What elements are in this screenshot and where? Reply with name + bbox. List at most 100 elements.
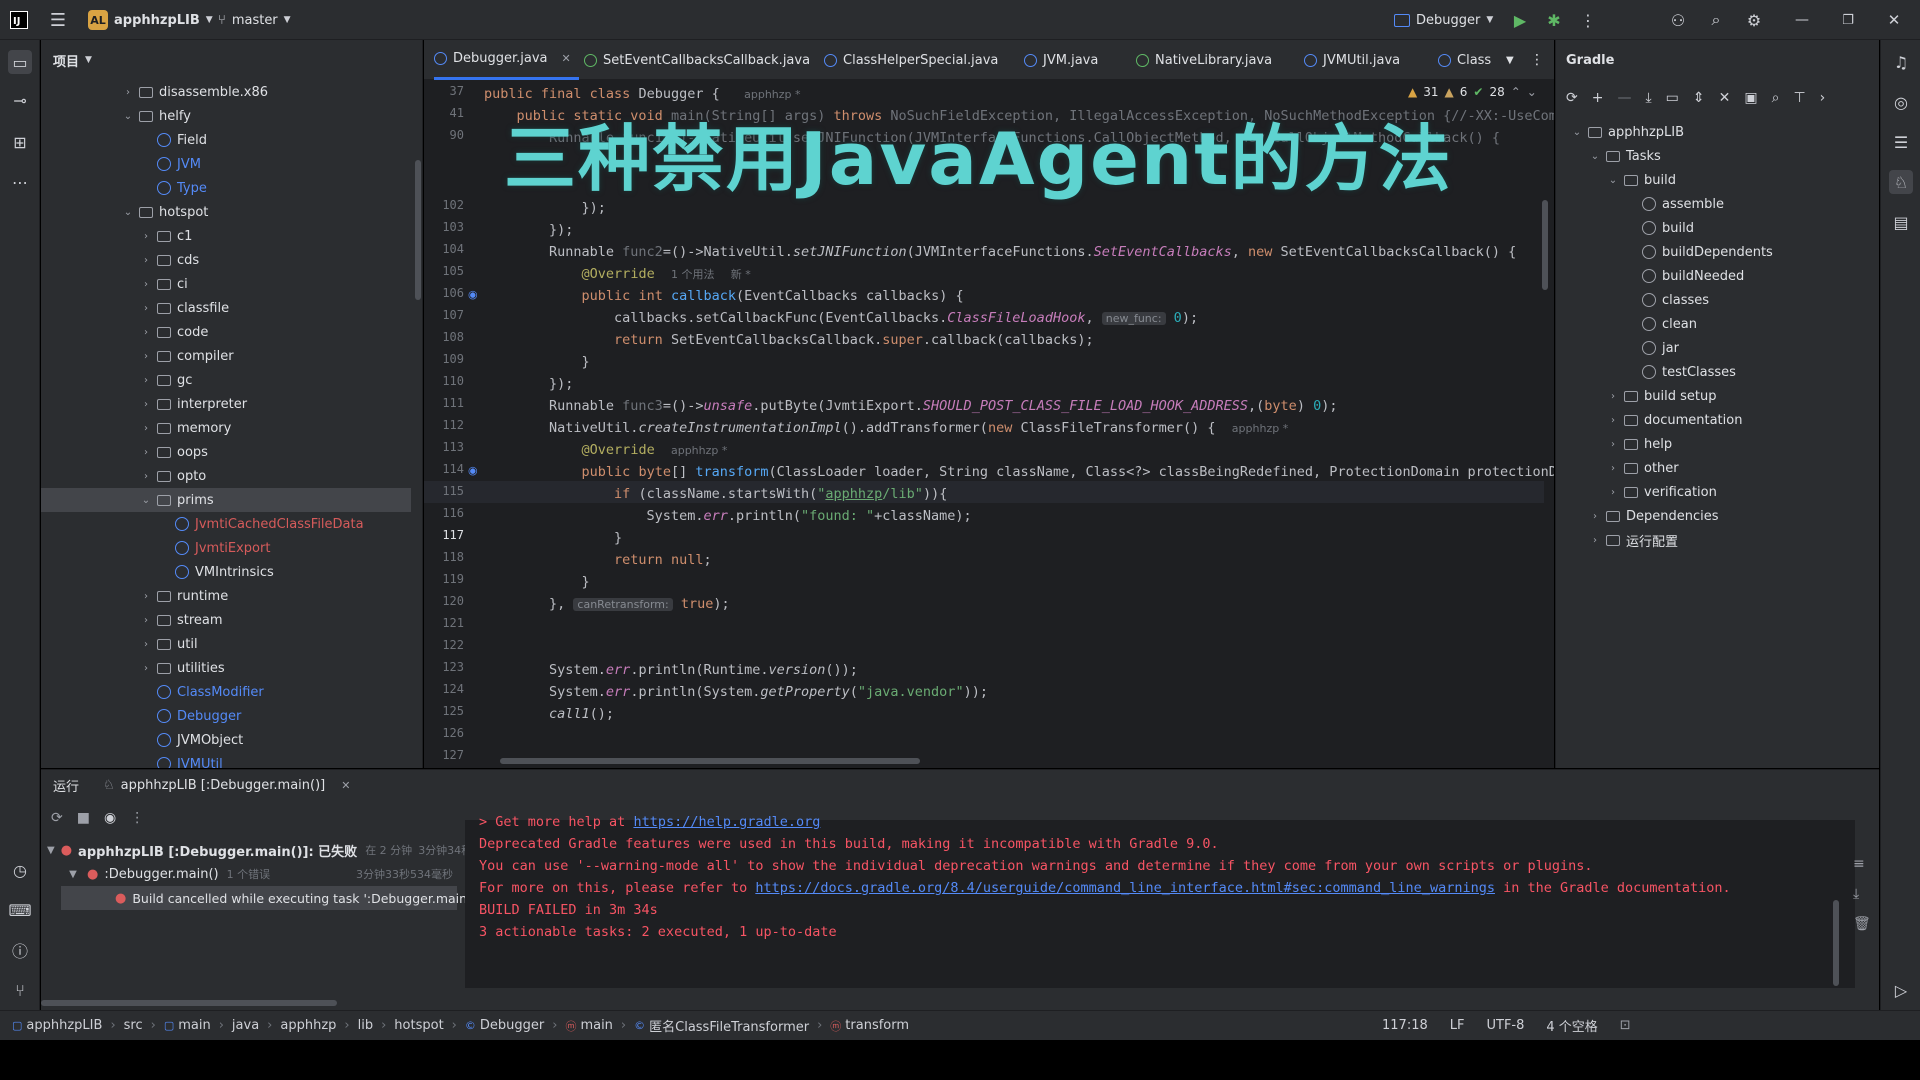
breadcrumb-item[interactable]: apphhzp [280, 1018, 336, 1033]
tree-item-interpreter[interactable]: › interpreter [41, 392, 411, 416]
gradle-item--[interactable]: › 运行配置 [1556, 528, 1876, 552]
chevron-down-icon[interactable]: ⌄ [1570, 127, 1584, 138]
run-tree-item-root[interactable]: ▼ ● apphhzpLIB [:Debugger.main()]: 已失败 在… [47, 838, 515, 862]
tree-scrollbar[interactable] [415, 160, 421, 300]
gradle-item-clean[interactable]: clean [1556, 312, 1876, 336]
tree-item-field[interactable]: Field [41, 128, 411, 152]
gradle-item-build[interactable]: build [1556, 216, 1876, 240]
expand-all-icon[interactable]: ⇕ [1693, 90, 1705, 106]
console-scrollbar[interactable] [1833, 900, 1839, 986]
tree-item-debugger[interactable]: Debugger [41, 704, 411, 728]
restore-icon[interactable]: ❐ [1836, 0, 1860, 40]
gradle-item-buildneeded[interactable]: buildNeeded [1556, 264, 1876, 288]
gradle-item-builddependents[interactable]: buildDependents [1556, 240, 1876, 264]
tree-item-oops[interactable]: › oops [41, 440, 411, 464]
bookmarks-icon[interactable]: ▤ [1889, 210, 1913, 234]
help-link[interactable]: https://help.gradle.org [633, 814, 820, 830]
chevron-down-icon[interactable]: ⌄ [121, 207, 135, 218]
breadcrumb-item[interactable]: hotspot [394, 1018, 443, 1033]
search-icon[interactable]: ⌕ [1704, 0, 1728, 40]
tree-item-jvmutil[interactable]: JVMUtil [41, 752, 411, 768]
tree-item-jvmtiexport[interactable]: JvmtiExport [41, 536, 411, 560]
remove-icon[interactable]: — [1617, 90, 1631, 106]
tab-jvm[interactable]: JVM.java [1024, 40, 1098, 80]
chevron-right-icon[interactable]: › [139, 591, 153, 602]
breadcrumb-item[interactable]: lib [358, 1018, 373, 1033]
breadcrumb-item[interactable]: ▢ apphhzpLIB [12, 1018, 102, 1033]
refresh-icon[interactable]: ⟳ [1566, 90, 1578, 106]
run-tree-scrollbar[interactable] [41, 1000, 337, 1006]
docs-link[interactable]: https://docs.gradle.org/8.4/userguide/co… [755, 880, 1495, 896]
tree-item-type[interactable]: Type [41, 176, 411, 200]
file-encoding[interactable]: UTF-8 [1486, 1018, 1524, 1033]
branch-switcher[interactable]: ⑂ master ▼ [218, 0, 291, 40]
project-switcher[interactable]: AL apphhzpLIB ▼ [88, 0, 213, 40]
tree-item-hotspot[interactable]: ⌄ hotspot [41, 200, 411, 224]
tree-item-cds[interactable]: › cds [41, 248, 411, 272]
chevron-down-icon[interactable]: ⌄ [1606, 175, 1620, 186]
main-menu-icon[interactable]: ☰ [46, 0, 70, 40]
view-options-eye-icon[interactable]: ◉ [104, 810, 116, 826]
chevron-right-icon[interactable]: › [139, 279, 153, 290]
chevron-down-icon[interactable]: ⌄ [121, 111, 135, 122]
console-output[interactable]: > Get more help at https://help.gradle.o… [465, 814, 1855, 988]
breadcrumb-item[interactable]: java [232, 1018, 259, 1033]
run-tree-item-task[interactable]: ▼ ● :Debugger.main() 1 个错误 3分钟33秒534毫秒 [65, 862, 457, 886]
tree-item-classfile[interactable]: › classfile [41, 296, 411, 320]
settings-icon[interactable]: ⊤ [1793, 90, 1805, 106]
more-actions-icon[interactable]: ⋮ [1578, 0, 1598, 40]
tree-item-gc[interactable]: › gc [41, 368, 411, 392]
run-icon[interactable]: ▶ [1510, 0, 1530, 40]
ai-assistant-icon[interactable]: ◎ [1889, 90, 1913, 114]
clear-trash-icon[interactable]: 🗑 [1853, 916, 1871, 932]
chevron-right-icon[interactable]: › [1606, 463, 1620, 474]
tree-item-vmintrinsics[interactable]: VMIntrinsics [41, 560, 411, 584]
chevron-right-icon[interactable]: › [1606, 415, 1620, 426]
tree-item-compiler[interactable]: › compiler [41, 344, 411, 368]
collapse-all-icon[interactable]: ✕ [1719, 90, 1731, 106]
chevron-down-icon[interactable]: ⌄ [1588, 151, 1602, 162]
tree-item-stream[interactable]: › stream [41, 608, 411, 632]
chevron-right-icon[interactable]: › [139, 231, 153, 242]
gradle-item-dependencies[interactable]: › Dependencies [1556, 504, 1876, 528]
close-icon[interactable]: ✕ [1882, 0, 1906, 40]
gradle-item-testclasses[interactable]: testClasses [1556, 360, 1876, 384]
notifications-bell-icon[interactable]: ♫ [1889, 50, 1913, 74]
tree-item-util[interactable]: › util [41, 632, 411, 656]
rerun-icon[interactable]: ⟳ [51, 810, 63, 826]
gradle-item-help[interactable]: › help [1556, 432, 1876, 456]
chevron-right-icon[interactable]: › [139, 399, 153, 410]
tree-item-code[interactable]: › code [41, 320, 411, 344]
add-user-icon[interactable]: ⚇ [1666, 0, 1690, 40]
tree-item-prims[interactable]: ⌄ prims [41, 488, 411, 512]
tab-seteventcallbackscallback[interactable]: SetEventCallbacksCallback.java [584, 40, 810, 80]
settings-gear-icon[interactable]: ⚙ [1742, 0, 1766, 40]
run-panel-play-icon[interactable]: ▷ [1889, 978, 1913, 1002]
close-tab-icon[interactable]: ✕ [562, 52, 571, 65]
chevron-right-icon[interactable]: › [139, 303, 153, 314]
gradle-item-other[interactable]: › other [1556, 456, 1876, 480]
breadcrumb-item[interactable]: ▢ main [164, 1018, 211, 1033]
run-tab[interactable]: ♘ apphhzpLIB [:Debugger.main()] ✕ [103, 770, 350, 800]
git-icon[interactable]: ⑂ [8, 978, 32, 1002]
download-icon[interactable]: ⤓ [1645, 90, 1651, 106]
scroll-to-end-icon[interactable]: ⤓ [1853, 886, 1871, 902]
run-config-selector[interactable]: Debugger ▼ [1394, 0, 1493, 40]
chevron-right-icon[interactable]: › [139, 255, 153, 266]
debug-icon[interactable]: ✱ [1544, 0, 1564, 40]
breadcrumb-item[interactable]: src [124, 1018, 143, 1033]
stop-icon[interactable]: ■ [77, 810, 90, 826]
gradle-item-build-setup[interactable]: › build setup [1556, 384, 1876, 408]
commit-icon[interactable]: ⊸ [8, 88, 32, 112]
gradle-item-verification[interactable]: › verification [1556, 480, 1876, 504]
project-panel-header[interactable]: 项目 ▼ [53, 40, 92, 80]
caret-position[interactable]: 117:18 [1382, 1018, 1428, 1033]
tree-item-opto[interactable]: › opto [41, 464, 411, 488]
chevron-right-icon[interactable]: › [139, 639, 153, 650]
toggle-offline-icon[interactable]: ▭ [1666, 90, 1679, 106]
tabs-overflow-chevron-icon[interactable]: ▼ [1506, 40, 1514, 80]
chevron-right-icon[interactable]: › [1606, 439, 1620, 450]
more-chevron-icon[interactable]: › [1820, 90, 1826, 106]
tree-item-c1[interactable]: › c1 [41, 224, 411, 248]
breadcrumb-item[interactable]: © 匿名ClassFileTransformer [634, 1016, 809, 1035]
